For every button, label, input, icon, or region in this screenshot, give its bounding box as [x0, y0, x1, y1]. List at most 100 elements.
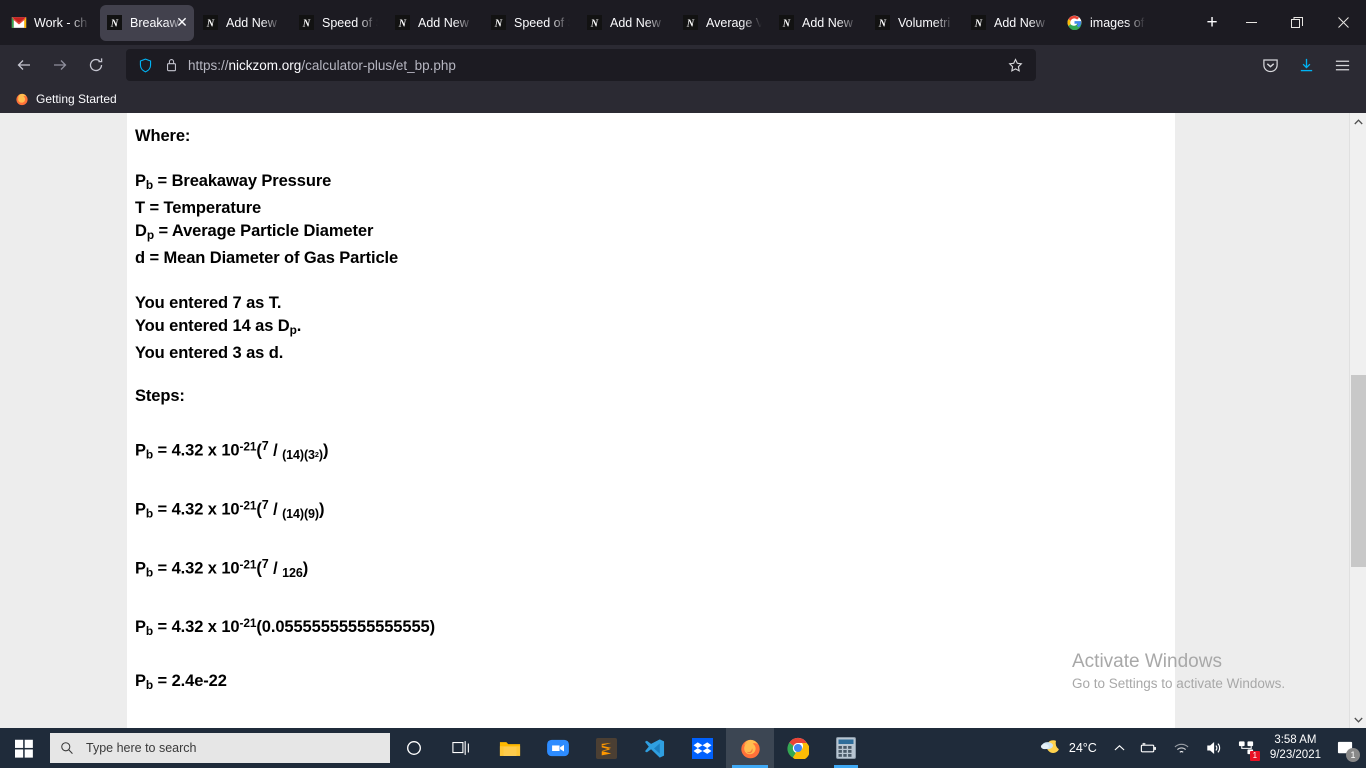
result-lhs-subscript: b [145, 678, 154, 693]
entered-suffix: . [278, 343, 284, 362]
tab-close-icon[interactable]: ✕ [174, 14, 190, 31]
browser-tab[interactable]: N Add New [964, 5, 1058, 41]
definition-d: d = Mean Diameter of Gas Particle [135, 247, 1175, 270]
step-numerator: 7 [261, 557, 269, 572]
google-icon [1066, 14, 1083, 31]
step-denominator: (14)(9) [282, 507, 319, 522]
network-badge-count: 1 [1249, 751, 1260, 761]
entered-t: You entered 7 as T. [135, 292, 1175, 315]
step-slash: / [268, 500, 283, 519]
step-operator: = 4.32 x 10 [153, 618, 240, 637]
step-operator: = 4.32 x 10 [153, 441, 240, 460]
step-lhs-subscript: b [145, 565, 154, 580]
entered-d: You entered 3 as d. [135, 342, 1175, 365]
notifications-icon[interactable]: 1 [1329, 728, 1362, 768]
wifi-icon[interactable] [1165, 728, 1198, 768]
bookmark-star-icon[interactable] [1000, 50, 1030, 80]
browser-tab[interactable]: N Add New [580, 5, 674, 41]
pocket-icon[interactable] [1254, 49, 1286, 81]
browser-tab-active[interactable]: N Breakaw ✕ [100, 4, 194, 41]
battery-icon[interactable] [1132, 728, 1165, 768]
clock-time: 3:58 AM [1274, 734, 1317, 746]
where-heading: Where: [135, 127, 191, 145]
file-explorer-icon[interactable] [486, 728, 534, 768]
step-exponent: -21 [239, 439, 257, 454]
tab-label: Speed of S [322, 15, 380, 30]
firefox-icon [14, 91, 30, 107]
taskbar-clock[interactable]: 3:58 AM 9/23/2021 [1262, 728, 1329, 768]
firefox-icon[interactable] [726, 728, 774, 768]
browser-tab[interactable]: Work - ch [4, 5, 98, 41]
step-exponent: -21 [239, 498, 257, 513]
address-bar[interactable]: https://nickzom.org/calculator-plus/et_b… [126, 49, 1036, 81]
nickzom-icon: N [586, 14, 603, 31]
nickzom-icon: N [778, 14, 795, 31]
browser-tab[interactable]: N Volumetri [868, 5, 962, 41]
result-value: 2.4e-22 [171, 672, 227, 691]
definition-pb: Pb = Breakaway Pressure [135, 170, 1175, 197]
chrome-icon[interactable] [774, 728, 822, 768]
svg-text:N: N [206, 18, 215, 29]
downloads-icon[interactable] [1290, 49, 1322, 81]
minimize-button[interactable] [1228, 0, 1274, 45]
svg-text:N: N [686, 18, 695, 29]
entered-text: You entered 7 as T [135, 293, 277, 312]
vertical-scrollbar[interactable] [1349, 113, 1366, 728]
new-tab-button[interactable]: + [1196, 7, 1228, 39]
weather-icon[interactable] [1033, 728, 1069, 768]
svg-text:N: N [782, 18, 791, 29]
system-tray: 24°C 1 3:58 AM 9/23/2021 1 [1033, 728, 1366, 768]
nickzom-icon: N [106, 14, 123, 31]
step-4-decimal: Pb = 4.32 x 10-21(0.05555555555555555) [135, 612, 1175, 643]
dropbox-icon[interactable] [678, 728, 726, 768]
browser-tab[interactable]: images of [1060, 5, 1154, 41]
bookmarks-toolbar: Getting Started [0, 85, 1366, 113]
start-button[interactable] [0, 728, 48, 768]
step-exponent: -21 [239, 557, 257, 572]
close-window-button[interactable] [1320, 0, 1366, 45]
step-lhs-subscript: b [145, 447, 154, 462]
scroll-up-arrow-icon[interactable] [1350, 113, 1366, 130]
definition-text: = Mean Diameter of Gas Particle [144, 248, 399, 267]
scrollbar-thumb[interactable] [1351, 375, 1366, 567]
step-decimal-value: (0.05555555555555555) [256, 618, 436, 637]
taskbar-search-input[interactable]: Type here to search [50, 733, 390, 763]
nickzom-icon: N [682, 14, 699, 31]
step-slash: / [268, 441, 283, 460]
volume-icon[interactable] [1198, 728, 1231, 768]
bookmark-getting-started[interactable]: Getting Started [8, 88, 123, 110]
tracking-protection-shield-icon[interactable] [132, 58, 158, 73]
cortana-icon[interactable] [390, 728, 438, 768]
browser-tab[interactable]: N Add New [388, 5, 482, 41]
maximize-restore-button[interactable] [1274, 0, 1320, 45]
task-view-icon[interactable] [438, 728, 486, 768]
reload-button[interactable] [80, 49, 112, 81]
definition-symbol: D [135, 221, 147, 240]
forward-button[interactable] [44, 49, 76, 81]
sublime-text-icon[interactable] [582, 728, 630, 768]
definition-subscript: p [146, 227, 154, 242]
entered-subscript: p [289, 322, 297, 337]
zoom-icon[interactable] [534, 728, 582, 768]
calculator-icon[interactable] [822, 728, 870, 768]
step-lhs: P [135, 441, 146, 460]
definition-t: T = Temperature [135, 197, 1175, 220]
definition-text: = Temperature [144, 198, 262, 217]
network-status-icon[interactable]: 1 [1231, 728, 1262, 768]
browser-tab[interactable]: N Speed of S [292, 5, 386, 41]
show-hidden-icons-chevron-icon[interactable] [1107, 728, 1132, 768]
app-menu-icon[interactable] [1326, 49, 1358, 81]
browser-tab[interactable]: N Add New [772, 5, 866, 41]
browser-tab[interactable]: N Add New [196, 5, 290, 41]
back-button[interactable] [8, 49, 40, 81]
vs-code-icon[interactable] [630, 728, 678, 768]
step-close-paren: ) [319, 500, 325, 519]
nickzom-icon: N [394, 14, 411, 31]
step-lhs-subscript: b [145, 624, 154, 639]
scroll-down-arrow-icon[interactable] [1350, 711, 1366, 728]
browser-tab[interactable]: N Speed of S [484, 5, 578, 41]
definition-subscript: b [145, 177, 154, 192]
browser-tab[interactable]: N Average V [676, 5, 770, 41]
toolbar-right-actions [1250, 49, 1358, 81]
weather-temperature: 24°C [1068, 741, 1097, 755]
